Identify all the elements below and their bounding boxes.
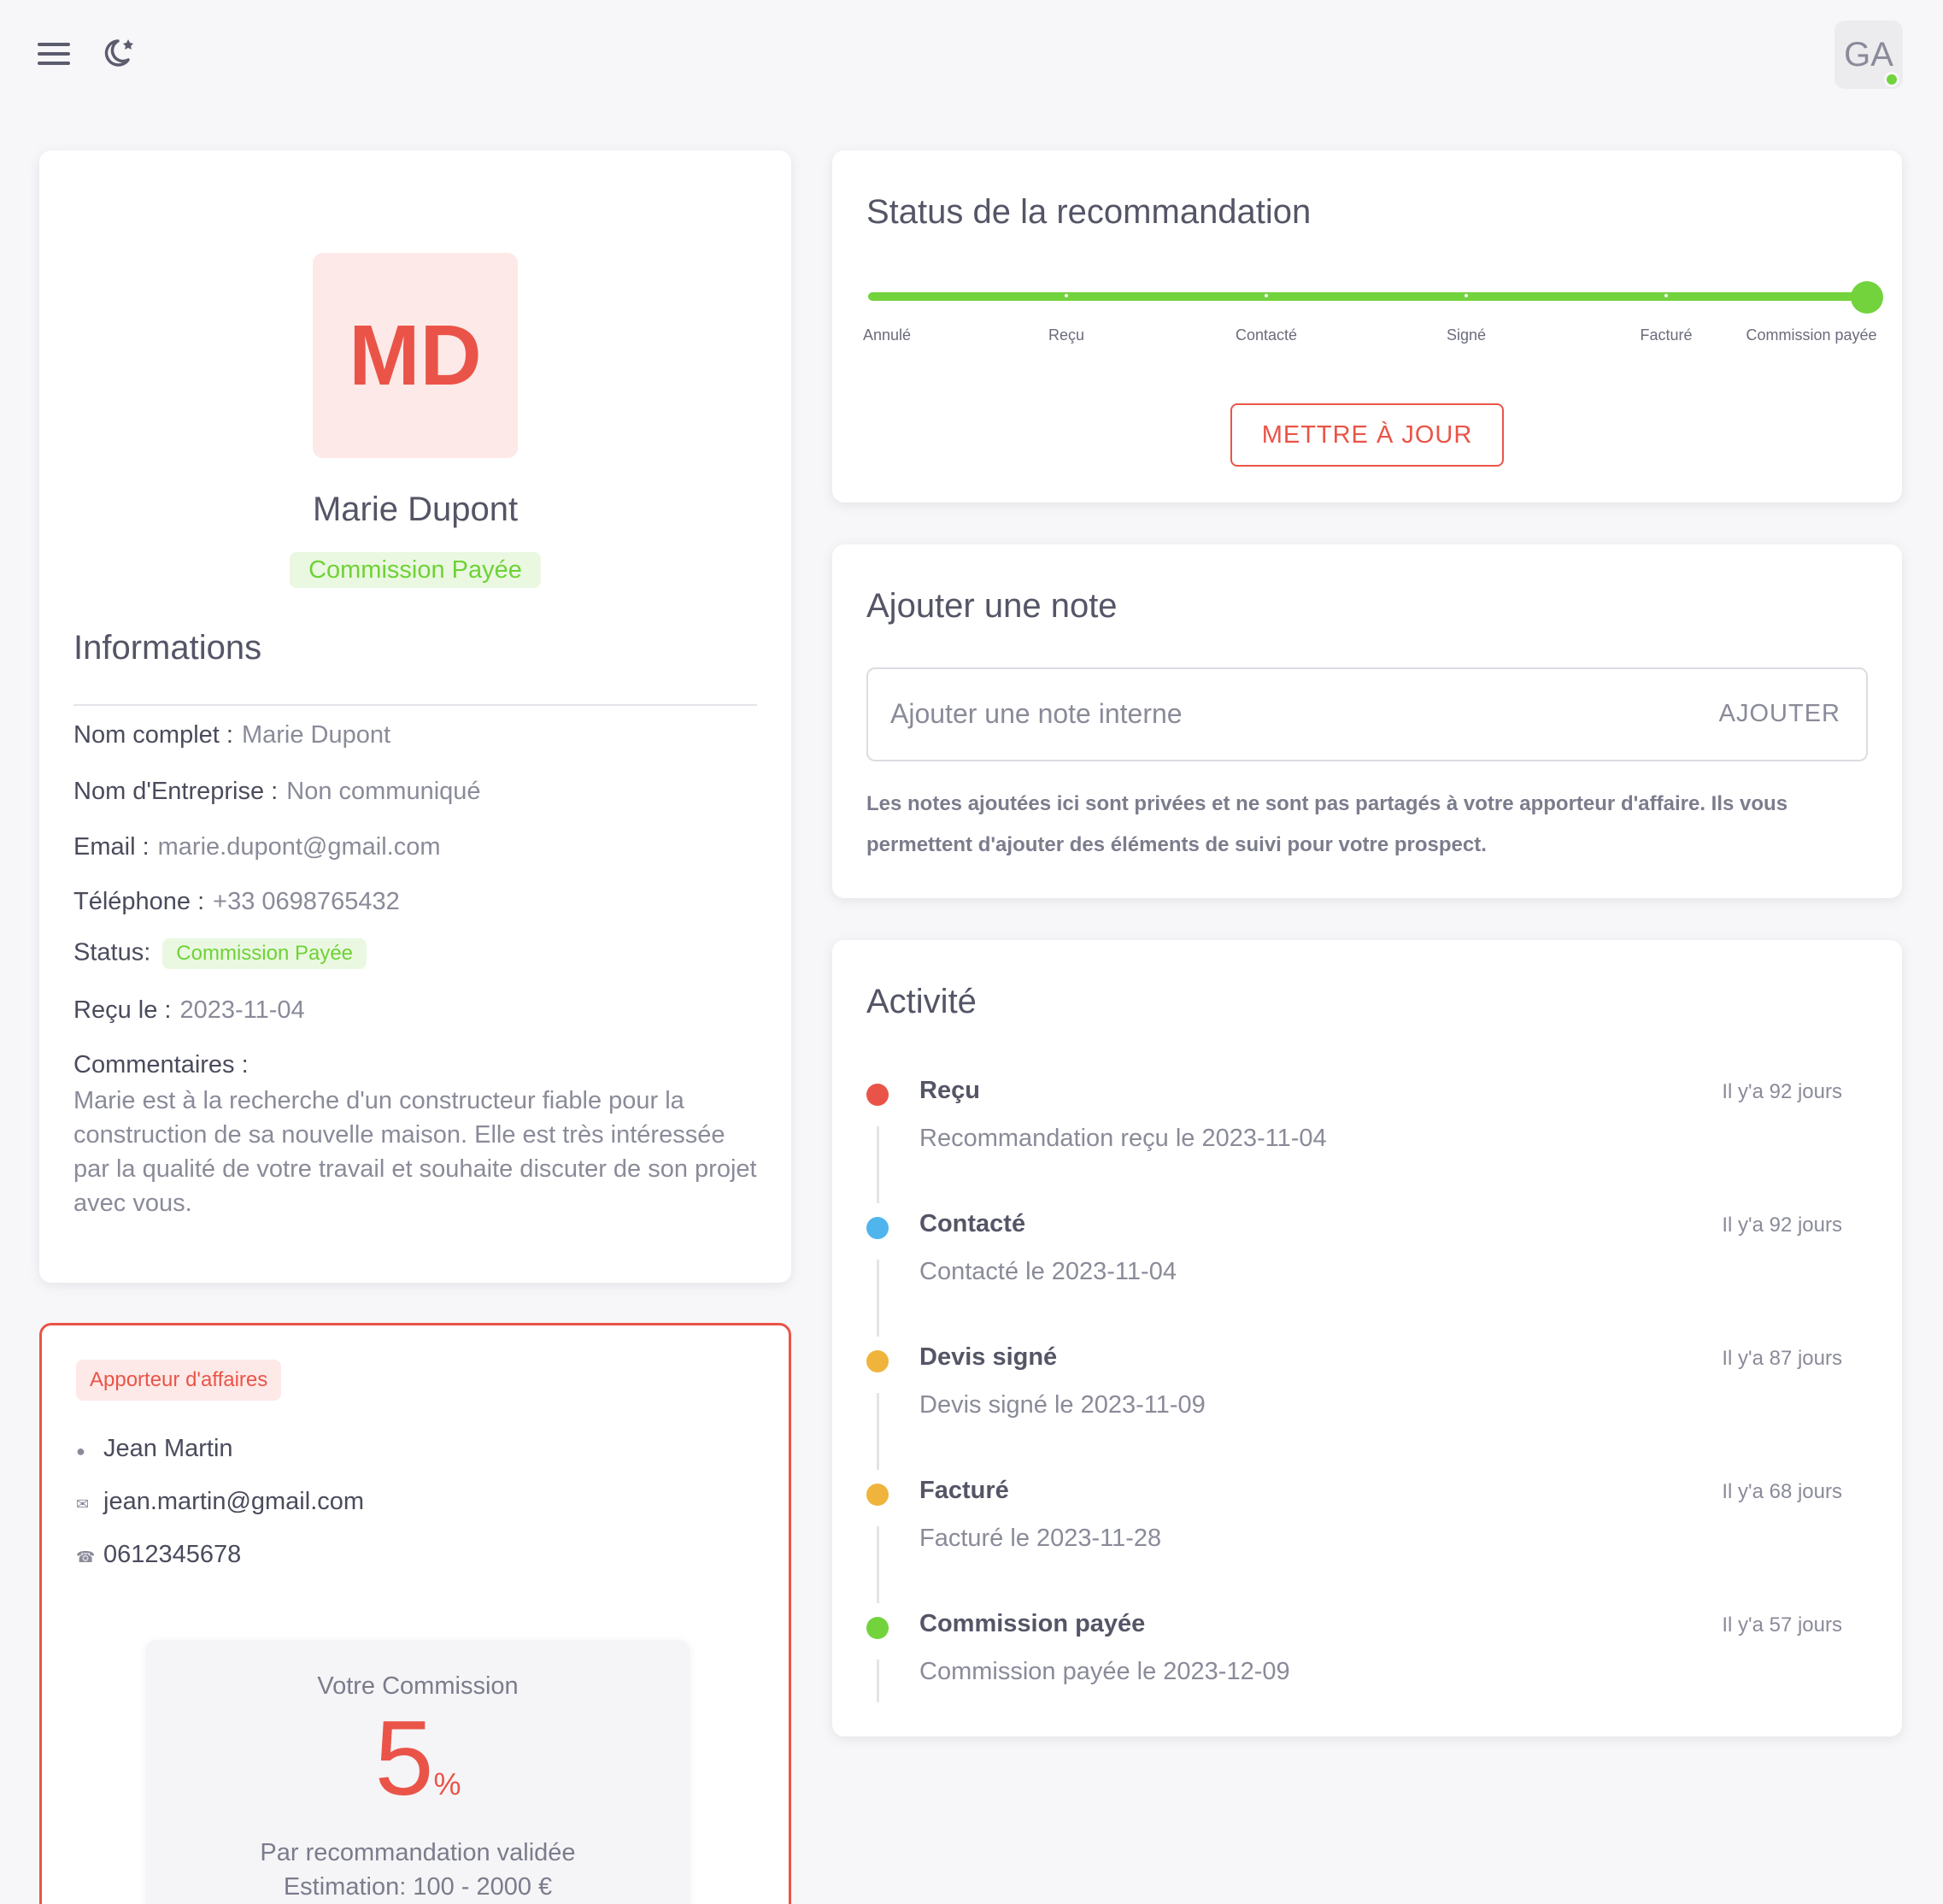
timeline-connector: [877, 1526, 879, 1603]
timeline-connector: [877, 1260, 879, 1337]
commission-number: 5: [374, 1700, 434, 1818]
activity-item-desc: Recommandation reçu le 2023-11-04: [919, 1125, 1327, 1152]
email-value: marie.dupont@gmail.com: [157, 833, 441, 861]
prospect-avatar: MD: [313, 253, 518, 458]
person-icon: ●: [76, 1443, 85, 1460]
activity-item-desc: Contacté le 2023-11-04: [919, 1258, 1177, 1285]
status-slider-handle[interactable]: [1851, 281, 1883, 314]
referrer-card: Apporteur d'affaires ● Jean Martin ✉ jean.…: [39, 1323, 791, 1904]
add-note-card: Ajouter une note Ajouter une note intern…: [832, 544, 1902, 898]
commission-box: Votre Commission 5% Par recommandation v…: [146, 1640, 690, 1904]
activity-item-time: Il y'a 87 jours: [1722, 1347, 1842, 1370]
received-value: 2023-11-04: [179, 996, 305, 1024]
commission-estimate: Estimation: 100 - 2000 €: [283, 1873, 553, 1901]
step-tick: [1465, 294, 1468, 297]
step-tick: [1265, 294, 1268, 297]
mail-icon: ✉: [76, 1496, 90, 1513]
info-row-received: Reçu le :2023-11-04: [73, 996, 305, 1025]
referrer-email-row: ✉ jean.martin@gmail.com: [76, 1488, 364, 1516]
step-label-contacte[interactable]: Contacté: [1236, 326, 1297, 344]
commission-subtitle: Par recommandation validée: [260, 1839, 576, 1866]
activity-card: Activité Reçu Recommandation reçu le 202…: [832, 940, 1902, 1737]
timeline-dot: [866, 1484, 889, 1506]
dark-mode-moon-icon[interactable]: [103, 34, 140, 72]
menu-icon[interactable]: [38, 43, 72, 68]
informations-heading: Informations: [73, 629, 262, 667]
step-label-facture[interactable]: Facturé: [1640, 326, 1692, 344]
note-card-title: Ajouter une note: [866, 587, 1118, 625]
activity-item-title: Reçu: [919, 1077, 980, 1104]
email-label: Email :: [73, 833, 150, 861]
referrer-badge: Apporteur d'affaires: [76, 1360, 282, 1401]
prospect-profile-card: MD Marie Dupont Commission Payée Informa…: [39, 150, 791, 1283]
comments-text: Marie est à la recherche d'un constructe…: [73, 1087, 757, 1217]
timeline-dot: [866, 1617, 889, 1639]
step-tick: [1664, 294, 1668, 297]
activity-item-title: Contacté: [919, 1210, 1026, 1237]
info-row-status: Status: Commission Payée: [73, 938, 367, 969]
status-card-title: Status de la recommandation: [866, 193, 1312, 231]
activity-title: Activité: [866, 983, 977, 1020]
note-help-text: Les notes ajoutées ici sont privées et n…: [866, 792, 1788, 856]
online-status-indicator: [1884, 72, 1899, 87]
activity-item-time: Il y'a 92 jours: [1722, 1214, 1842, 1237]
status-progress-track[interactable]: [868, 292, 1866, 301]
activity-item-title: Devis signé: [919, 1343, 1058, 1371]
note-input[interactable]: Ajouter une note interne AJOUTER: [866, 667, 1868, 761]
comments-label: Commentaires :: [73, 1051, 249, 1078]
status-chip: Commission Payée: [162, 938, 367, 969]
info-row-email: Email : marie.dupont@gmail.com: [73, 833, 441, 861]
referrer-email[interactable]: jean.martin@gmail.com: [103, 1488, 364, 1515]
update-status-button[interactable]: METTRE À JOUR: [1230, 403, 1504, 467]
activity-item-desc: Facturé le 2023-11-28: [919, 1525, 1162, 1552]
full-name-value: Marie Dupont: [241, 721, 391, 749]
step-label-signe[interactable]: Signé: [1447, 326, 1486, 344]
prospect-name: Marie Dupont: [312, 491, 519, 528]
company-label: Nom d'Entreprise :: [73, 778, 279, 805]
activity-item-time: Il y'a 57 jours: [1722, 1613, 1842, 1637]
activity-item-time: Il y'a 92 jours: [1722, 1080, 1842, 1103]
activity-item-desc: Commission payée le 2023-12-09: [919, 1658, 1290, 1685]
phone-icon: ☎: [76, 1548, 96, 1566]
recommendation-status-card: Status de la recommandation Annulé Reçu …: [832, 150, 1902, 502]
referrer-name-row: ● Jean Martin: [76, 1435, 233, 1463]
referrer-phone[interactable]: 0612345678: [103, 1541, 241, 1568]
timeline-dot: [866, 1217, 889, 1239]
activity-item-title: Facturé: [919, 1477, 1009, 1504]
note-input-placeholder: Ajouter une note interne: [890, 698, 1183, 729]
commission-value: 5%: [146, 1706, 690, 1836]
commission-title: Votre Commission: [317, 1672, 519, 1700]
add-note-button[interactable]: AJOUTER: [1719, 700, 1840, 728]
timeline-connector: [877, 1126, 879, 1203]
activity-item-title: Commission payée: [919, 1610, 1146, 1637]
phone-value: +33 0698765432: [213, 888, 400, 915]
status-label: Status:: [73, 938, 151, 967]
step-tick: [1065, 294, 1068, 297]
referrer-phone-row: ☎ 0612345678: [76, 1541, 241, 1569]
step-label-commission-payee[interactable]: Commission payée: [1746, 326, 1876, 344]
received-label: Reçu le :: [73, 996, 172, 1024]
full-name-label: Nom complet :: [73, 721, 233, 749]
timeline-dot: [866, 1350, 889, 1372]
step-label-annule[interactable]: Annulé: [863, 326, 911, 344]
timeline-connector: [877, 1660, 879, 1702]
info-row-company: Nom d'Entreprise : Non communiqué: [73, 778, 481, 806]
step-label-recu[interactable]: Reçu: [1048, 326, 1084, 344]
info-row-phone: Téléphone : +33 0698765432: [73, 888, 400, 916]
phone-label: Téléphone :: [73, 888, 205, 915]
timeline-connector: [877, 1393, 879, 1470]
company-value: Non communiqué: [286, 778, 481, 805]
activity-item-desc: Devis signé le 2023-11-09: [919, 1391, 1206, 1419]
info-row-full-name: Nom complet : Marie Dupont: [73, 721, 390, 749]
timeline-dot: [866, 1084, 889, 1106]
status-badge: Commission Payée: [290, 552, 541, 588]
activity-item-time: Il y'a 68 jours: [1722, 1480, 1842, 1503]
divider: [73, 704, 757, 706]
commission-unit: %: [433, 1766, 461, 1801]
referrer-name: Jean Martin: [103, 1435, 233, 1462]
